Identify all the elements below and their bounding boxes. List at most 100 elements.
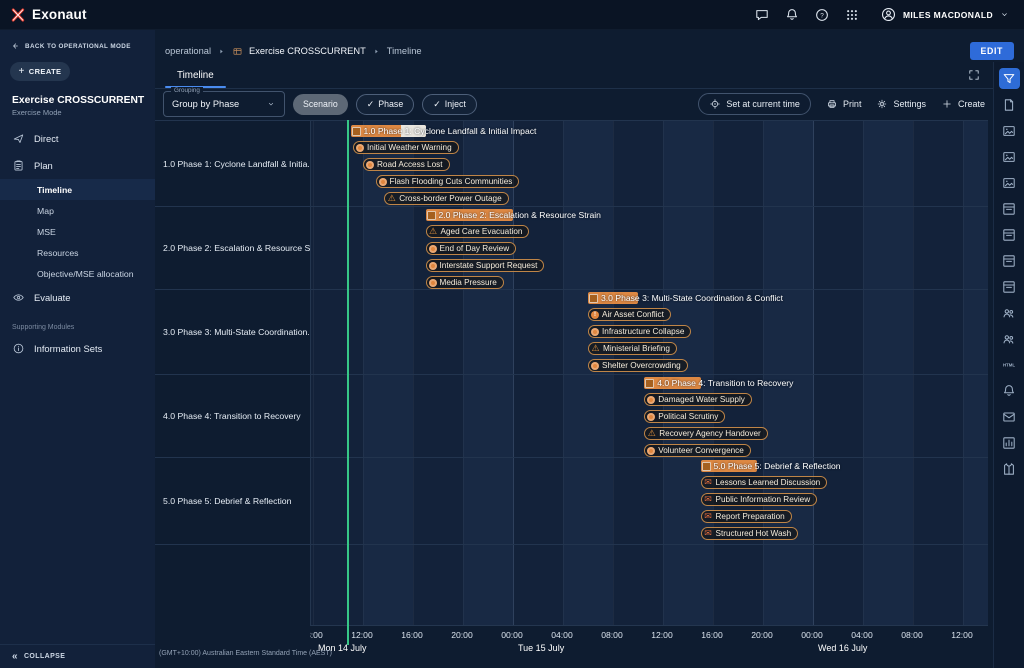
create-button[interactable]: + CREATE (10, 62, 70, 81)
collapse-sidebar-button[interactable]: « COLLAPSE (0, 644, 155, 668)
plan-icon (12, 159, 25, 172)
hour-gridline (913, 120, 914, 625)
inject-item[interactable]: ⚠Recovery Agency Handover (644, 427, 768, 440)
help-icon[interactable]: ? (814, 7, 830, 23)
row-separator (155, 206, 988, 207)
axis-tick-label: 04:00 (542, 630, 582, 640)
row-label[interactable]: 2.0 Phase 2: Escalation & Resource S... (155, 206, 310, 289)
inject-mail-icon: ✉ (704, 478, 713, 487)
create-button[interactable]: Create (941, 98, 985, 110)
axis-tick-label: 00:00 (492, 630, 532, 640)
inject-item[interactable]: Shelter Overcrowding (588, 359, 688, 372)
grouping-select[interactable]: Grouping Group by Phase (163, 91, 285, 117)
inject-item[interactable]: ✉Public Information Review (701, 493, 818, 506)
phase-bar[interactable]: 2.0 Phase 2: Escalation & Resource Strai… (426, 209, 514, 221)
apps-grid-icon[interactable] (844, 7, 860, 23)
inject-item[interactable]: Damaged Water Supply (644, 393, 752, 406)
exercise-title: Exercise CROSSCURRENT (0, 83, 155, 106)
document-icon[interactable] (999, 94, 1020, 115)
chevron-right-icon (217, 47, 226, 56)
inject-item[interactable]: Political Scrutiny (644, 410, 725, 423)
archive-box-icon[interactable] (999, 250, 1020, 271)
phase-bar[interactable]: 3.0 Phase 3: Multi-State Coordination & … (588, 292, 638, 304)
inject-warning-icon: ⚠ (591, 344, 600, 353)
inject-item[interactable]: Initial Weather Warning (353, 141, 459, 154)
hour-gridline (763, 120, 764, 625)
inject-item[interactable]: Volunteer Convergence (644, 444, 751, 457)
settings-button[interactable]: Settings (876, 98, 926, 110)
image-card-icon[interactable] (999, 172, 1020, 193)
phase-bar[interactable]: 1.0 Phase 1: Cyclone Landfall & Initial … (351, 125, 426, 137)
inject-item[interactable]: Interstate Support Request (426, 259, 545, 272)
back-to-operational-mode-button[interactable]: BACK TO OPERATIONAL MODE (0, 30, 155, 55)
inject-circle-icon (429, 245, 437, 253)
users-icon[interactable] (999, 302, 1020, 323)
sidebar-item-objective-mse-allocation[interactable]: Objective/MSE allocation (0, 263, 155, 284)
image-card-icon[interactable] (999, 120, 1020, 141)
inject-item[interactable]: ✉Report Preparation (701, 510, 792, 523)
notifications-icon[interactable] (784, 7, 800, 23)
crosshair-icon (709, 98, 721, 110)
filter-chip-scenario[interactable]: Scenario (293, 94, 348, 115)
axis-day-label: Tue 15 July (518, 643, 564, 653)
breadcrumb-operational[interactable]: operational (165, 46, 211, 56)
sidebar-item-plan[interactable]: Plan (0, 152, 155, 179)
inject-item[interactable]: ⚠Aged Care Evacuation (426, 225, 530, 238)
inject-item[interactable]: Infrastructure Collapse (588, 325, 691, 338)
archive-box-icon[interactable] (999, 224, 1020, 245)
sidebar-item-evaluate[interactable]: Evaluate (0, 284, 155, 311)
html-icon[interactable]: HTML (999, 354, 1020, 375)
brand-name: Exonaut (32, 7, 87, 22)
filter-chip-inject[interactable]: ✓Inject (422, 94, 477, 115)
print-button[interactable]: Print (826, 98, 862, 110)
sidebar-item-resources[interactable]: Resources (0, 242, 155, 263)
archive-box-icon[interactable] (999, 276, 1020, 297)
inject-item[interactable]: Flash Flooding Cuts Communities (376, 175, 520, 188)
plan-label: Plan (34, 160, 53, 171)
check-icon: ✓ (433, 100, 441, 109)
mail-icon[interactable] (999, 406, 1020, 427)
sidebar-item-timeline[interactable]: Timeline (0, 179, 155, 200)
sidebar-item-information-sets[interactable]: Information Sets (0, 335, 155, 362)
row-label[interactable]: 5.0 Phase 5: Debrief & Reflection (155, 457, 310, 544)
hour-gridline (713, 120, 714, 625)
edit-button[interactable]: EDIT (970, 42, 1014, 60)
tab-timeline[interactable]: Timeline (159, 62, 232, 88)
topbar-icons: ? (754, 7, 860, 23)
chat-icon[interactable] (754, 7, 770, 23)
sidebar-item-map[interactable]: Map (0, 200, 155, 221)
inject-item[interactable]: End of Day Review (426, 242, 517, 255)
axis-tick-label: 16:00 (392, 630, 432, 640)
user-menu[interactable]: MILES MACDONALD (876, 3, 1014, 26)
row-label[interactable]: 1.0 Phase 1: Cyclone Landfall & Initia..… (155, 122, 310, 206)
phase-bar[interactable]: 4.0 Phase 4: Transition to Recovery (644, 377, 700, 389)
row-separator (155, 120, 988, 121)
exonaut-logo-icon (10, 7, 26, 23)
phase-bar[interactable]: 5.0 Phase 5: Debrief & Reflection (701, 460, 757, 472)
day-gridline (513, 120, 514, 625)
row-label[interactable]: 4.0 Phase 4: Transition to Recovery (155, 374, 310, 457)
users-icon[interactable] (999, 328, 1020, 349)
inject-item[interactable]: !Air Asset Conflict (588, 308, 671, 321)
inject-item[interactable]: ✉Lessons Learned Discussion (701, 476, 828, 489)
inject-item[interactable]: Media Pressure (426, 276, 504, 289)
inject-item[interactable]: ⚠Ministerial Briefing (588, 342, 677, 355)
filter-icon[interactable] (999, 68, 1020, 89)
sidebar-item-mse[interactable]: MSE (0, 221, 155, 242)
image-card-icon[interactable] (999, 146, 1020, 167)
sidebar-item-direct[interactable]: Direct (0, 125, 155, 152)
inject-item[interactable]: ⚠Cross-border Power Outage (384, 192, 508, 205)
bell-icon[interactable] (999, 380, 1020, 401)
inject-item[interactable]: Road Access Lost (363, 158, 450, 171)
inject-item[interactable]: ✉Structured Hot Wash (701, 527, 799, 540)
vest-icon[interactable] (999, 458, 1020, 479)
archive-box-icon[interactable] (999, 198, 1020, 219)
set-at-current-time-button[interactable]: Set at current time (698, 93, 811, 115)
fullscreen-icon[interactable] (967, 68, 981, 82)
row-label[interactable]: 3.0 Phase 3: Multi-State Coordination... (155, 289, 310, 374)
breadcrumb-timeline[interactable]: Timeline (387, 46, 422, 56)
chart-icon[interactable] (999, 432, 1020, 453)
breadcrumb-exercise[interactable]: Exercise CROSSCURRENT (249, 46, 366, 56)
filter-chip-phase[interactable]: ✓Phase (356, 94, 415, 115)
top-bar: Exonaut ? MILES MACDONALD (0, 0, 1024, 30)
